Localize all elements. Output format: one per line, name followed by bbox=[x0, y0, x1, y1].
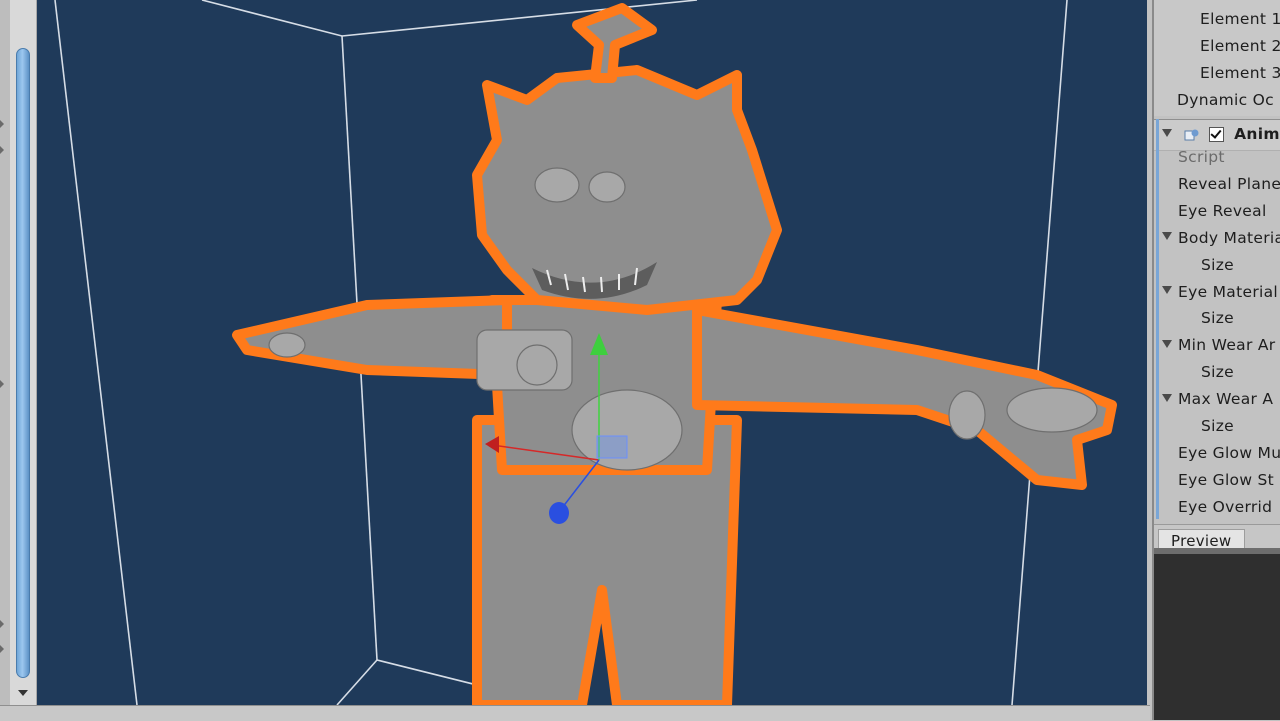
element-row[interactable]: Element 3 bbox=[1200, 64, 1280, 82]
element-row[interactable]: Element 1 bbox=[1200, 10, 1280, 28]
script-component-icon bbox=[1184, 129, 1199, 140]
inspector-field[interactable]: Eye Overrid bbox=[1178, 498, 1272, 516]
plane-handle[interactable] bbox=[596, 435, 628, 459]
component-foldout-icon[interactable] bbox=[1162, 128, 1172, 137]
field-label: Script bbox=[1178, 148, 1225, 166]
element-row[interactable]: Element 2 bbox=[1200, 37, 1280, 55]
inspector-field[interactable]: Max Wear A bbox=[1162, 390, 1273, 408]
field-label: Reveal Plane bbox=[1178, 174, 1280, 193]
field-label: Eye Overrid bbox=[1178, 497, 1273, 516]
scrollbar-thumb[interactable] bbox=[16, 48, 30, 678]
inspector-field[interactable]: Eye Material bbox=[1162, 283, 1278, 301]
foldout-arrow-icon[interactable] bbox=[1162, 286, 1172, 294]
collapse-arrow-icon[interactable] bbox=[0, 146, 4, 154]
viewport-bottom-bar bbox=[0, 705, 1150, 721]
component-enabled-checkbox[interactable] bbox=[1209, 127, 1225, 142]
field-label: Max Wear A bbox=[1178, 390, 1274, 409]
component-title: Anima bbox=[1234, 125, 1280, 143]
component-header[interactable]: Anima bbox=[1154, 119, 1280, 151]
inspector-field[interactable]: Min Wear Ar bbox=[1162, 336, 1275, 354]
character-model[interactable] bbox=[232, 3, 1117, 705]
inspector-field[interactable]: Size bbox=[1201, 417, 1234, 435]
hierarchy-scrollbar[interactable] bbox=[10, 0, 37, 705]
inspector-field[interactable]: Body Materia bbox=[1162, 229, 1280, 247]
inspector-field[interactable]: Eye Reveal bbox=[1178, 202, 1267, 220]
foldout-arrow-icon[interactable] bbox=[1162, 393, 1172, 402]
collapse-arrow-icon[interactable] bbox=[0, 620, 4, 628]
foldout-arrow-icon[interactable] bbox=[1162, 232, 1172, 241]
scene-canvas[interactable] bbox=[37, 0, 1147, 705]
field-label: Eye Reveal bbox=[1178, 201, 1267, 220]
collapse-arrow-icon[interactable] bbox=[0, 380, 4, 388]
inspector-field[interactable]: Eye Glow Mu bbox=[1178, 444, 1280, 462]
inspector-field[interactable]: Size bbox=[1201, 309, 1234, 327]
field-dynamic-occlusion[interactable]: Dynamic Oc bbox=[1177, 91, 1274, 109]
selection-indicator bbox=[1156, 119, 1159, 519]
z-axis-handle[interactable] bbox=[549, 502, 569, 524]
inspector-panel: Element 1 Element 2 Element 3 Dynamic Oc… bbox=[1152, 0, 1280, 720]
inspector-field[interactable]: Eye Glow St bbox=[1178, 471, 1274, 489]
field-label: Eye Glow St bbox=[1178, 470, 1275, 489]
field-label: Body Materia bbox=[1178, 228, 1280, 247]
inspector-field[interactable]: Size bbox=[1201, 363, 1234, 381]
field-label: Eye Glow Mu bbox=[1178, 443, 1280, 462]
foldout-arrow-icon[interactable] bbox=[1162, 339, 1172, 348]
preview-canvas bbox=[1154, 548, 1280, 720]
inspector-field[interactable]: Reveal Plane bbox=[1178, 175, 1280, 193]
scene-viewport[interactable] bbox=[37, 0, 1147, 705]
collapse-arrow-icon[interactable] bbox=[0, 120, 4, 128]
field-label: Size bbox=[1201, 363, 1235, 382]
scroll-down-arrow-icon[interactable] bbox=[18, 690, 28, 696]
inspector-previous-component: Element 1 Element 2 Element 3 Dynamic Oc bbox=[1154, 0, 1280, 116]
inspector-field[interactable]: Script bbox=[1178, 148, 1225, 166]
collapse-arrow-icon[interactable] bbox=[0, 645, 4, 653]
field-label: Size bbox=[1201, 255, 1235, 274]
field-label: Min Wear Ar bbox=[1178, 336, 1276, 355]
inspector-field[interactable]: Size bbox=[1201, 256, 1234, 274]
field-label: Eye Material bbox=[1178, 282, 1278, 301]
field-label: Size bbox=[1201, 417, 1235, 435]
field-label: Size bbox=[1201, 309, 1235, 328]
